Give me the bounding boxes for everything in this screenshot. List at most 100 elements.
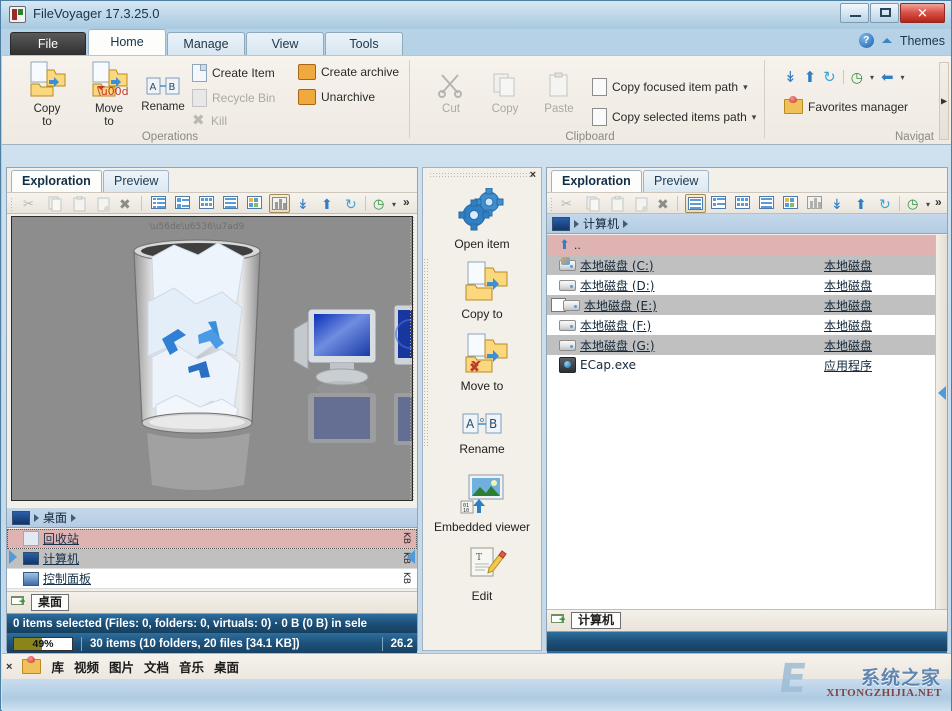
- copy-selected-items-path-button[interactable]: Copy selected items path ▾: [592, 108, 756, 126]
- collapse-left-splitter[interactable]: [407, 550, 415, 564]
- go-root-icon[interactable]: ↡: [831, 196, 847, 212]
- go-up-icon[interactable]: ⬆: [321, 196, 337, 212]
- list-view-icon[interactable]: [149, 194, 170, 213]
- table-row[interactable]: 控制面板 KB: [7, 569, 417, 589]
- unarchive-button[interactable]: Unarchive: [298, 89, 375, 105]
- history-icon[interactable]: ◷: [851, 69, 863, 86]
- left-tab-preview[interactable]: Preview: [103, 170, 169, 192]
- table-row[interactable]: 本地磁盘 (G:) 本地磁盘: [547, 335, 947, 355]
- edit-button[interactable]: T Edit: [423, 546, 541, 603]
- toolbar-overflow-button[interactable]: »: [935, 195, 942, 209]
- refresh-icon[interactable]: ↻: [823, 68, 836, 86]
- open-item-button[interactable]: Open item: [423, 188, 541, 251]
- collapse-ribbon-icon[interactable]: [882, 38, 892, 43]
- back-icon[interactable]: ⬅: [881, 68, 894, 86]
- themes-button[interactable]: Themes: [900, 34, 945, 48]
- table-row[interactable]: 本地磁盘 (D:) 本地磁盘: [547, 275, 947, 295]
- bottom-tab-computer[interactable]: 计算机: [571, 612, 621, 629]
- favorites-close-icon[interactable]: ×: [6, 661, 12, 673]
- chevron-down-icon[interactable]: ▾: [752, 112, 757, 123]
- toolbar-grip[interactable]: [10, 197, 14, 211]
- tiles-view-icon[interactable]: [245, 194, 266, 213]
- list-item-label[interactable]: 本地磁盘 (E:): [584, 297, 657, 314]
- rename-button[interactable]: A B Rename: [423, 411, 541, 456]
- copy-to-button[interactable]: Copy to: [20, 60, 74, 129]
- right-tab-exploration[interactable]: Exploration: [551, 170, 642, 192]
- history-icon[interactable]: ◷: [373, 196, 389, 212]
- chevron-down-icon[interactable]: ▾: [901, 73, 905, 82]
- list-view-icon[interactable]: [685, 194, 706, 213]
- small-icons-view-icon[interactable]: [733, 194, 754, 213]
- chevron-down-icon[interactable]: ▾: [743, 82, 748, 93]
- table-row[interactable]: ECap.exe 应用程序: [547, 355, 947, 375]
- tiles-view-icon[interactable]: [781, 194, 802, 213]
- right-breadcrumb-path[interactable]: 计算机: [583, 215, 619, 232]
- go-root-icon[interactable]: ↡: [297, 196, 313, 212]
- move-to-button[interactable]: ✖ Move to: [423, 332, 541, 393]
- favorite-desktop[interactable]: 桌面: [214, 657, 239, 676]
- refresh-icon[interactable]: ↻: [879, 196, 895, 212]
- tab-view[interactable]: View: [246, 32, 324, 55]
- right-panel-scrollbar[interactable]: [935, 235, 947, 609]
- minimize-button[interactable]: [840, 3, 869, 23]
- toolbar-grip[interactable]: [550, 197, 554, 211]
- favorite-music[interactable]: 音乐: [179, 657, 204, 676]
- new-tab-icon[interactable]: [551, 614, 567, 627]
- favorite-library[interactable]: 库: [51, 657, 64, 676]
- tab-home[interactable]: Home: [88, 29, 166, 55]
- table-row[interactable]: 回收站 KB: [7, 529, 417, 549]
- close-icon[interactable]: ×: [530, 169, 536, 181]
- go-up-icon[interactable]: ⬆: [855, 196, 871, 212]
- tab-file[interactable]: File: [10, 32, 86, 55]
- left-panel-thumbnail-view[interactable]: \u56de\u6536\u7ad9: [11, 216, 413, 501]
- new-tab-icon[interactable]: [11, 596, 27, 609]
- thumbnails-view-icon[interactable]: [805, 194, 826, 213]
- thumbnails-view-icon[interactable]: [269, 194, 290, 213]
- bottom-tab-desktop[interactable]: 桌面: [31, 594, 69, 611]
- list-item-label[interactable]: 本地磁盘 (C:): [580, 257, 654, 274]
- list-item-label[interactable]: 回收站: [43, 530, 79, 547]
- favorites-icon[interactable]: [22, 659, 41, 674]
- history-icon[interactable]: ◷: [907, 196, 923, 212]
- list-item-label[interactable]: 本地磁盘 (F:): [580, 317, 651, 334]
- panel-grip[interactable]: [429, 172, 534, 177]
- chevron-down-icon[interactable]: ▾: [392, 200, 396, 209]
- tab-manage[interactable]: Manage: [167, 32, 245, 55]
- details-view-icon[interactable]: [173, 194, 194, 213]
- grid-view-icon[interactable]: [757, 194, 778, 213]
- list-item-label[interactable]: 计算机: [43, 550, 79, 567]
- copy-focused-item-path-button[interactable]: Copy focused item path ▾: [592, 78, 748, 96]
- favorite-pictures[interactable]: 图片: [109, 657, 134, 676]
- favorite-documents[interactable]: 文档: [144, 657, 169, 676]
- expand-left-splitter[interactable]: [9, 550, 17, 564]
- right-panel-breadcrumb[interactable]: 计算机: [547, 214, 947, 234]
- list-item-label[interactable]: ECap.exe: [580, 358, 636, 372]
- thumbview-grip[interactable]: [409, 216, 415, 501]
- maximize-button[interactable]: [870, 3, 899, 23]
- table-row[interactable]: 本地磁盘 (F:) 本地磁盘: [547, 315, 947, 335]
- chevron-down-icon[interactable]: ▾: [870, 73, 874, 82]
- refresh-icon[interactable]: ↻: [345, 196, 361, 212]
- list-item-label[interactable]: ..: [574, 239, 581, 252]
- create-item-button[interactable]: Create Item: [192, 64, 275, 82]
- move-to-button[interactable]: \u00d7 Move to: [82, 60, 136, 129]
- create-archive-button[interactable]: Create archive: [298, 64, 399, 80]
- favorite-videos[interactable]: 视频: [74, 657, 99, 676]
- table-row[interactable]: 本地磁盘 (E:) 本地磁盘: [547, 295, 947, 315]
- embedded-viewer-button[interactable]: 01 10 Embedded viewer: [423, 473, 541, 534]
- go-up-icon[interactable]: ⬆: [804, 68, 817, 86]
- table-row[interactable]: ⬆ ..: [547, 235, 947, 255]
- toolbar-overflow-button[interactable]: »: [403, 195, 410, 209]
- list-item-label[interactable]: 本地磁盘 (G:): [580, 337, 655, 354]
- collapse-right-splitter[interactable]: [938, 386, 946, 400]
- favorites-manager-button[interactable]: Favorites manager: [784, 99, 908, 114]
- details-view-icon[interactable]: [709, 194, 730, 213]
- list-item-label[interactable]: 本地磁盘 (D:): [580, 277, 654, 294]
- help-icon[interactable]: ?: [859, 33, 874, 48]
- copy-to-button[interactable]: Copy to: [423, 260, 541, 321]
- left-breadcrumb-path[interactable]: 桌面: [43, 509, 67, 526]
- go-root-icon[interactable]: ↡: [784, 68, 797, 86]
- grid-view-icon[interactable]: [221, 194, 242, 213]
- close-button[interactable]: ✕: [900, 3, 945, 23]
- small-icons-view-icon[interactable]: [197, 194, 218, 213]
